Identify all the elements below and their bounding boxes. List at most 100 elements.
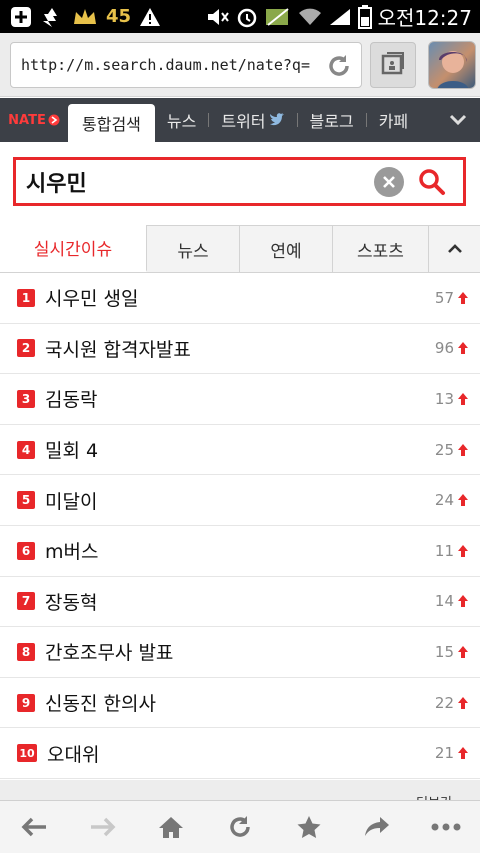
search-box xyxy=(13,157,466,206)
issue-keyword[interactable]: 김동락 xyxy=(45,385,435,412)
signal-icon xyxy=(328,7,352,27)
list-item[interactable]: 3 김동락 13 xyxy=(0,374,480,425)
forward-button[interactable] xyxy=(81,805,125,849)
tab-label: 블로그 xyxy=(309,112,354,131)
clear-search-button[interactable] xyxy=(374,166,404,197)
tab-twitter[interactable]: 트위터 xyxy=(209,98,296,142)
status-bar: 45 오전12:27 xyxy=(0,0,480,33)
arrow-up-icon xyxy=(458,494,468,507)
chevron-down-icon xyxy=(449,114,467,126)
nav-expand-button[interactable] xyxy=(436,98,480,142)
bookmark-button[interactable] xyxy=(287,805,331,849)
tab-label: 실시간이슈 xyxy=(33,240,113,260)
list-item[interactable]: 2 국시원 합격자발표 96 xyxy=(0,324,480,375)
avatar[interactable] xyxy=(428,40,476,89)
browser-toolbar: http://m.search.daum.net/nate?q=... xyxy=(0,33,480,97)
tab-sports[interactable]: 스포츠 xyxy=(333,225,429,272)
warning-icon xyxy=(139,7,161,27)
battery-icon xyxy=(357,4,372,29)
wifi-icon xyxy=(298,7,322,27)
tab-entertainment[interactable]: 연예 xyxy=(240,225,333,272)
nate-logo-text: NATE xyxy=(8,112,46,128)
issue-keyword[interactable]: 장동혁 xyxy=(45,588,435,615)
nate-logo[interactable]: NATE xyxy=(0,98,68,142)
search-input[interactable] xyxy=(16,169,356,194)
url-text[interactable]: http://m.search.daum.net/nate?q=... xyxy=(21,56,311,74)
refresh-button[interactable] xyxy=(218,805,262,849)
list-item[interactable]: 9 신동진 한의사 22 xyxy=(0,678,480,729)
tab-label: 카페 xyxy=(378,112,409,131)
rank-badge: 7 xyxy=(17,592,35,611)
rank-change-count: 11 xyxy=(434,541,454,560)
issue-keyword[interactable]: 시우민 생일 xyxy=(45,284,435,311)
windows-icon xyxy=(380,50,406,80)
list-item[interactable]: 1 시우민 생일 57 xyxy=(0,273,480,324)
close-icon xyxy=(383,175,395,188)
more-strip: 더보기 xyxy=(0,780,480,800)
arrow-up-icon xyxy=(458,544,468,557)
reload-icon xyxy=(230,816,250,837)
more-menu-button[interactable] xyxy=(424,805,468,849)
tab-blog[interactable]: 블로그 xyxy=(298,98,366,142)
collapse-button[interactable] xyxy=(429,225,480,272)
reload-icon[interactable] xyxy=(325,52,353,80)
nate-nav: NATE 통합검색 뉴스 트위터 블로그 카페 xyxy=(0,98,480,142)
issue-keyword[interactable]: 밀회 4 xyxy=(45,436,435,463)
rank-badge: 8 xyxy=(17,642,35,661)
issue-keyword[interactable]: 오대위 xyxy=(47,740,435,767)
tab-label: 연예 xyxy=(270,241,302,262)
issue-keyword[interactable]: 국시원 합격자발표 xyxy=(45,335,435,362)
share-icon xyxy=(365,817,390,836)
rank-badge: 3 xyxy=(17,389,35,408)
issue-keyword[interactable]: 신동진 한의사 xyxy=(45,689,435,716)
arrow-up-icon xyxy=(458,595,468,608)
rank-change-count: 96 xyxy=(434,339,454,358)
search-button[interactable] xyxy=(412,162,452,202)
ranking-list: 1 시우민 생일 57 2 국시원 합격자발표 96 3 김동락 13 4 밀회… xyxy=(0,273,480,779)
plus-icon xyxy=(10,6,32,28)
tab-news[interactable]: 뉴스 xyxy=(155,98,208,142)
rank-change-count: 14 xyxy=(434,592,454,611)
share-button[interactable] xyxy=(355,805,399,849)
home-icon xyxy=(159,817,184,838)
back-button[interactable] xyxy=(12,805,56,849)
arrow-up-icon xyxy=(458,747,468,760)
url-bar[interactable]: http://m.search.daum.net/nate?q=... xyxy=(10,41,362,88)
more-dots-icon xyxy=(431,823,461,831)
tab-realtime-issues[interactable]: 실시간이슈 xyxy=(0,225,147,272)
rank-badge: 10 xyxy=(17,744,37,763)
tab-label: 통합검색 xyxy=(82,115,141,134)
issue-keyword[interactable]: 간호조무사 발표 xyxy=(45,638,435,665)
arrow-up-icon xyxy=(458,291,468,304)
issue-keyword[interactable]: m버스 xyxy=(45,537,435,564)
more-link[interactable]: 더보기 xyxy=(416,792,452,800)
recycle-icon xyxy=(40,6,64,28)
list-item[interactable]: 10 오대위 21 xyxy=(0,728,480,779)
rank-change-count: 24 xyxy=(434,491,454,510)
tab-integrated-search[interactable]: 통합검색 xyxy=(68,104,155,142)
category-tabs: 실시간이슈 뉴스 연예 스포츠 xyxy=(0,225,480,273)
clock-text: 오전12:27 xyxy=(377,6,472,30)
issue-keyword[interactable]: 미달이 xyxy=(45,487,435,514)
list-item[interactable]: 5 미달이 24 xyxy=(0,475,480,526)
list-item[interactable]: 8 간호조무사 발표 15 xyxy=(0,627,480,678)
rank-badge: 2 xyxy=(17,339,35,358)
home-button[interactable] xyxy=(149,805,193,849)
list-item[interactable]: 6 m버스 11 xyxy=(0,526,480,577)
search-icon xyxy=(419,168,445,195)
tabs-button[interactable] xyxy=(370,41,416,88)
star-icon xyxy=(297,816,321,838)
rank-change-count: 22 xyxy=(434,693,454,712)
tab-cafe[interactable]: 카페 xyxy=(367,98,420,142)
mute-icon xyxy=(206,7,230,27)
list-item[interactable]: 4 밀회 4 25 xyxy=(0,425,480,476)
chevron-up-icon xyxy=(447,244,462,253)
search-area xyxy=(0,142,480,222)
list-item[interactable]: 7 장동혁 14 xyxy=(0,577,480,628)
arrow-up-icon xyxy=(458,342,468,355)
tab-category-news[interactable]: 뉴스 xyxy=(147,225,240,272)
rank-change-count: 25 xyxy=(434,440,454,459)
rank-badge: 1 xyxy=(17,288,35,307)
arrow-up-icon xyxy=(458,645,468,658)
rank-change-count: 15 xyxy=(434,642,454,661)
